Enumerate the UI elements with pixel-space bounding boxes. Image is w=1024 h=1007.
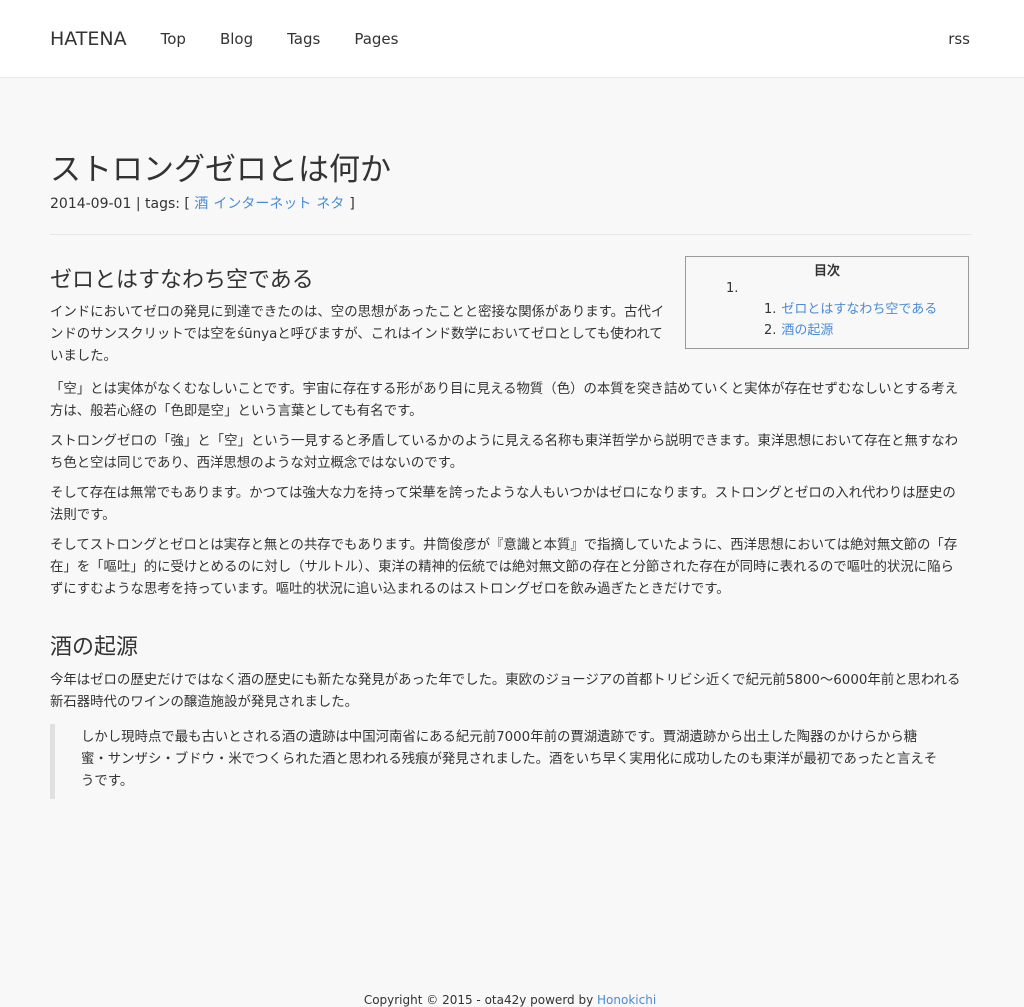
post-meta: 2014-09-01 | tags: [ 酒インターネット ネタ]	[50, 193, 355, 213]
section-heading-zero: ゼロとはすなわち空である	[50, 268, 314, 293]
nav-link-top[interactable]: Top	[161, 30, 186, 48]
nav-link-pages[interactable]: Pages	[354, 30, 398, 48]
top-navbar: HATENA Top Blog Tags Pages rss	[0, 0, 1024, 78]
tag-link-sake[interactable]: 酒	[194, 196, 208, 212]
blockquote: しかし現時点で最も古いとされる酒の遺跡は中国河南省にある紀元前7000年前の賈湖…	[50, 724, 962, 799]
rss-link[interactable]: rss	[948, 30, 970, 48]
nav-link-blog[interactable]: Blog	[220, 30, 253, 48]
section-heading-sake-origin: 酒の起源	[50, 635, 139, 660]
tag-link-internet[interactable]: インターネット	[213, 196, 311, 212]
post-date: 2014-09-01	[50, 196, 132, 212]
title-divider	[50, 234, 972, 235]
footer-copyright: Copyright © 2015 - ota42y powerd by	[363, 993, 594, 1007]
footer: Copyright © 2015 - ota42y powerd by Hono…	[0, 993, 1020, 1007]
article-body: ゼロとはすなわち空である インドにおいてゼロの発見に到達できたのは、空の思想があ…	[50, 270, 962, 799]
post-title: ストロングゼロとは何か	[50, 152, 391, 188]
tag-link-neta[interactable]: ネタ	[316, 196, 344, 212]
tags-suffix: ]	[349, 196, 355, 212]
paragraph: インドにおいてゼロの発見に到達できたのは、空の思想があったことと密接な関係があり…	[50, 305, 665, 364]
footer-honokichi-link[interactable]: Honokichi	[597, 993, 656, 1007]
paragraph: 「空」とは実体がなくむなしいことです。宇宙に存在する形があり目に見える物質（色）…	[50, 382, 959, 419]
tags-prefix: | tags: [	[135, 196, 190, 212]
paragraph: そして存在は無常でもあります。かつては強大な力を持って栄華を誇ったような人もいつ…	[50, 486, 956, 523]
paragraph: ストロングゼロの「強」と「空」という一見すると矛盾しているかのように見える名称も…	[50, 434, 959, 471]
paragraph: 今年はゼロの歴史だけではなく酒の歴史にも新たな発見があった年でした。東欧のジョー…	[50, 673, 961, 710]
site-brand-link[interactable]: HATENA	[50, 28, 127, 50]
paragraph: そしてストロングとゼロとは実存と無との共存でもあります。井筒俊彦が『意識と本質』…	[50, 538, 958, 597]
nav-link-tags[interactable]: Tags	[287, 30, 320, 48]
